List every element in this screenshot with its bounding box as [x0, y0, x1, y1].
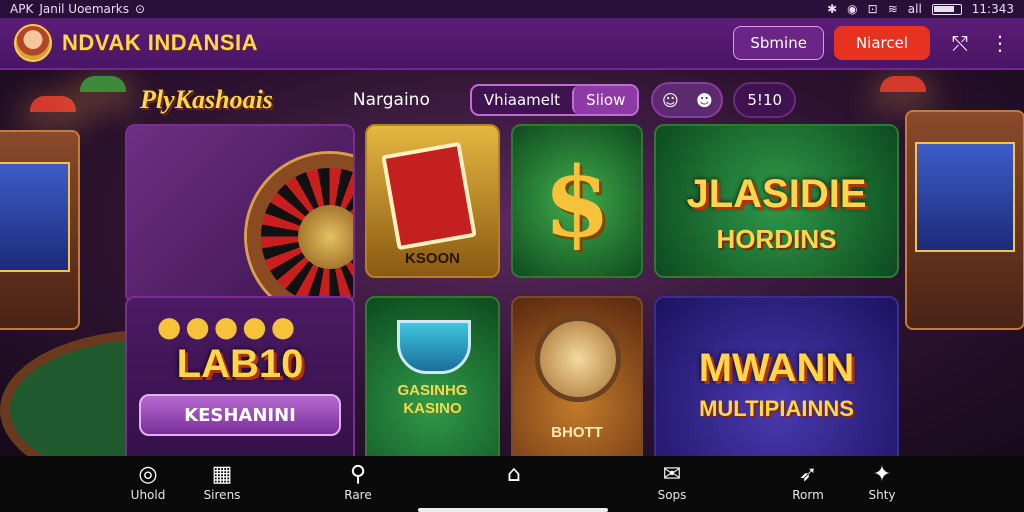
- nav-label-sops: Sops: [657, 488, 687, 502]
- tile-subtitle-classic: HORDINS: [716, 224, 837, 254]
- count-chip[interactable]: 5!10: [733, 82, 797, 118]
- user-icon: ✦: [872, 462, 892, 487]
- nav-label-sirens: Sirens: [203, 488, 241, 502]
- ceiling-lamp-center: [80, 76, 126, 92]
- tile-label-casino: GASINHG KASINO: [397, 382, 468, 417]
- nav-item-rare[interactable]: ⚲ Rare: [328, 462, 388, 502]
- nav-item-home[interactable]: ⌂: [484, 462, 544, 488]
- signal-label: all: [907, 2, 922, 16]
- tile-subtitle-multi: MULTIPIAINNS: [699, 396, 854, 421]
- home-icon: ⌂: [507, 462, 521, 487]
- tile-label-book: KSOON: [404, 250, 460, 267]
- game-tile-multiplier[interactable]: MWANN MULTIPIAINNS: [654, 296, 899, 456]
- rocket-icon: ➶: [798, 462, 818, 487]
- lobby-toolbar: PlyKashoais Nargaino Vhiaamelt Sliow ☺ ☻…: [140, 82, 920, 118]
- segment-option-2[interactable]: Sliow: [572, 86, 638, 114]
- wifi-icon: ≋: [887, 2, 898, 16]
- game-tile-classic[interactable]: JLASIDIE HORDINS: [654, 124, 899, 278]
- cast-icon: ⊙: [135, 2, 146, 16]
- tile-label-compass: BHOTT: [551, 424, 603, 441]
- coin-icon: ◎: [138, 462, 158, 487]
- nav-label-rorm: Rorm: [792, 488, 824, 502]
- alarm-icon: ◉: [847, 2, 858, 16]
- segment-option-1[interactable]: Vhiaamelt: [472, 86, 572, 114]
- battery-icon: [931, 3, 962, 15]
- book-icon: [381, 141, 477, 251]
- coins-icon: ●●●●●: [157, 310, 300, 343]
- tile-title-classic: JLASIDIE: [686, 172, 867, 216]
- tile-title-multi: MWANN: [698, 346, 855, 390]
- bluetooth-icon: ✱: [827, 2, 838, 16]
- tile-title-lab: LAB10: [176, 342, 304, 386]
- ceiling-lamp-left: [30, 96, 76, 112]
- nav-item-sirens[interactable]: ▦ Sirens: [192, 462, 252, 502]
- nav-item-hold[interactable]: ◎ Uhold: [118, 462, 178, 502]
- home-indicator[interactable]: [418, 508, 608, 512]
- status-left-text: APK: [10, 2, 34, 16]
- slot-machine-right: [905, 110, 1024, 330]
- search-icon: ⚲: [349, 462, 367, 487]
- chat-icon: ✉: [662, 462, 682, 487]
- lobby-main: PlyKashoais Nargaino Vhiaamelt Sliow ☺ ☻…: [0, 70, 1024, 456]
- nav-label-rare: Rare: [344, 488, 372, 502]
- game-tile-casino[interactable]: GASINHG KASINO: [365, 296, 500, 456]
- nav-item-sops[interactable]: ✉ Sops: [642, 462, 702, 502]
- sign-in-button[interactable]: Sbmine: [733, 26, 824, 60]
- avatar-chip[interactable]: ☺ ☻: [651, 82, 724, 118]
- register-button[interactable]: Niarcel: [833, 26, 930, 60]
- user-icon: ☺: [662, 90, 679, 110]
- nav-link[interactable]: Nargaino: [353, 90, 430, 110]
- brand-title: NDVAK INDANSIA: [62, 30, 259, 55]
- game-tile-lab[interactable]: ●●●●● LAB10 KESHANINI: [125, 296, 355, 456]
- share-icon[interactable]: ⤲: [952, 31, 968, 55]
- avatar[interactable]: [14, 24, 52, 62]
- lab-play-button[interactable]: KESHANINI: [139, 394, 341, 436]
- nav-label-hold: Uhold: [130, 488, 166, 502]
- user-icon-2: ☻: [696, 90, 713, 110]
- nav-item-shty[interactable]: ✦ Shty: [852, 462, 912, 502]
- game-tile-roulette[interactable]: [125, 124, 355, 304]
- dollar-icon: $: [543, 146, 611, 259]
- slot-machine-left: [0, 130, 80, 330]
- app-header: NDVAK INDANSIA Sbmine Niarcel ⤲ ⋮: [0, 18, 1024, 70]
- cup-icon: [397, 320, 471, 374]
- status-time: 11:343: [971, 2, 1014, 16]
- roulette-wheel-icon: [247, 154, 353, 302]
- nav-item-rorm[interactable]: ➶ Rorm: [778, 462, 838, 502]
- nfc-icon: ⊡: [867, 2, 878, 16]
- more-vertical-icon[interactable]: ⋮: [990, 31, 1010, 55]
- bottom-nav: ◎ Uhold ▦ Sirens ⚲ Rare ⌂ ✉ Sops ➶ Rorm …: [0, 456, 1024, 512]
- segmented-control: Vhiaamelt Sliow: [469, 84, 640, 116]
- status-carrier: Jаnil Uoemarks: [39, 2, 129, 16]
- game-tile-compass[interactable]: BHOTT: [511, 296, 643, 456]
- section-title: PlyKashoais: [140, 85, 273, 114]
- gift-icon: ▦: [211, 462, 233, 487]
- game-tile-book[interactable]: KSOON: [365, 124, 500, 278]
- status-bar: APK Jаnil Uoemarks ⊙ ✱ ◉ ⊡ ≋ all 11:343: [0, 0, 1024, 18]
- compass-icon: [535, 316, 621, 402]
- nav-label-shty: Shty: [868, 488, 896, 502]
- game-tile-dollar[interactable]: $: [511, 124, 643, 278]
